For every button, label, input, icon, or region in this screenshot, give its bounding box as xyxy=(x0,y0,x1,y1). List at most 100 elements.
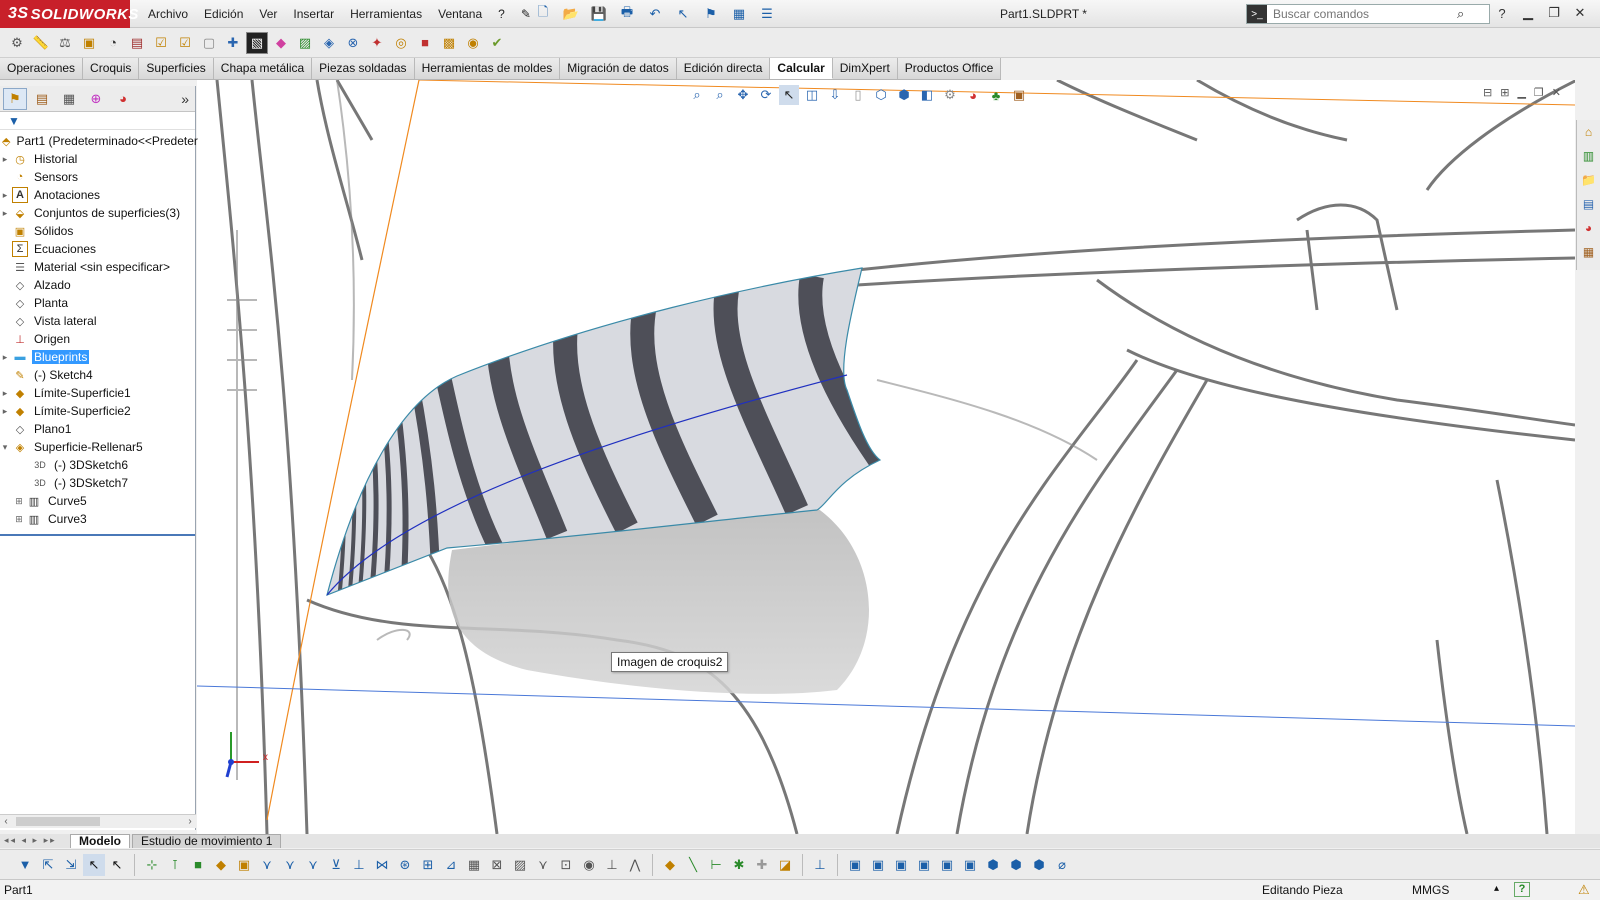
expand-icon[interactable]: ▸ xyxy=(0,388,10,399)
view-front-icon[interactable]: ▣ xyxy=(844,854,866,876)
tree-item[interactable]: ▸ ◆ Límite-Superficie2 xyxy=(0,402,195,420)
zoom-area-icon[interactable]: ⌕ xyxy=(710,85,730,105)
solidworks-logo[interactable]: 3S SOLIDWORKS xyxy=(0,0,138,28)
file-explorer-icon[interactable]: 📁 xyxy=(1579,170,1599,190)
expand-tabs-icon[interactable]: » xyxy=(181,91,189,107)
apply-scene-icon[interactable]: ⚙ xyxy=(940,85,960,105)
view-orientation-icon[interactable]: ▯ xyxy=(848,85,868,105)
tab-croquis[interactable]: Croquis xyxy=(83,58,140,79)
tree-item[interactable]: ⊥ Origen xyxy=(0,330,195,348)
filter-icon[interactable]: ▼ xyxy=(8,114,20,128)
section-view-icon[interactable]: ◫ xyxy=(802,85,822,105)
statistics-icon[interactable]: ▤ xyxy=(126,32,148,54)
tree-item[interactable]: ◇ Planta xyxy=(0,294,195,312)
rotate-icon[interactable]: ⟳ xyxy=(756,85,776,105)
tab-estudio-movimiento[interactable]: Estudio de movimiento 1 xyxy=(132,834,282,848)
filter-surfaces-icon[interactable]: ◆ xyxy=(210,854,232,876)
smart-dimension-icon[interactable]: ⊢ xyxy=(705,854,727,876)
tree-child[interactable]: 3D (-) 3DSketch7 xyxy=(0,474,195,492)
viewport-restore-icon[interactable]: ❐ xyxy=(1534,86,1544,99)
undercut-icon[interactable]: ▨ xyxy=(294,32,316,54)
filter-surface-finish-icon[interactable]: ⊿ xyxy=(440,854,462,876)
rebuild-status-icon[interactable]: ⚠ xyxy=(1578,882,1590,898)
symmetry-icon[interactable]: ⊗ xyxy=(342,32,364,54)
filter-vertices-icon[interactable]: ⊹ xyxy=(141,854,163,876)
tree-item[interactable]: ◇ Plano1 xyxy=(0,420,195,438)
section-properties-icon[interactable]: ▣ xyxy=(78,32,100,54)
screen-capture-icon[interactable]: ▣ xyxy=(1009,85,1029,105)
tree-item[interactable]: ⊞ ▥ Curve3 xyxy=(0,510,195,528)
draft-analysis-icon[interactable]: ✚ xyxy=(222,32,244,54)
tree-item[interactable]: ▸ A Anotaciones xyxy=(0,186,195,204)
tree-child[interactable]: 3D (-) 3DSketch6 xyxy=(0,456,195,474)
thickness-icon[interactable]: ▢ xyxy=(198,32,220,54)
viewport-close-icon[interactable]: ✕ xyxy=(1552,86,1561,99)
tree-item[interactable]: ◇ Alzado xyxy=(0,276,195,294)
tree-item[interactable]: ☰ Material <sin especificar> xyxy=(0,258,195,276)
simulation-icon[interactable]: ▩ xyxy=(438,32,460,54)
line-icon[interactable]: ◆ xyxy=(659,854,681,876)
tab-chapa-metalica[interactable]: Chapa metálica xyxy=(213,58,313,79)
feature-manager-tab-icon[interactable]: ⚑ xyxy=(3,87,27,110)
filter-notes-icon[interactable]: ⊠ xyxy=(486,854,508,876)
open-folder-icon[interactable]: 📂 xyxy=(558,4,584,24)
filter-sketch-points-icon[interactable]: ⋎ xyxy=(302,854,324,876)
command-search[interactable]: >_ ⌕ xyxy=(1246,4,1490,24)
filter-spring-icon[interactable]: ⋀ xyxy=(624,854,646,876)
property-manager-tab-icon[interactable]: ▤ xyxy=(30,88,54,110)
select-other-icon[interactable]: ↖ xyxy=(106,854,128,876)
menu-edicion[interactable]: Edición xyxy=(196,0,251,28)
custom-properties-icon[interactable]: ▦ xyxy=(1579,242,1599,262)
costing-icon[interactable]: ◎ xyxy=(390,32,412,54)
check-icon[interactable]: ☑ xyxy=(150,32,172,54)
view-trimetric-icon[interactable]: ⬢ xyxy=(1005,854,1027,876)
filter-blocks-icon[interactable]: ⊥ xyxy=(601,854,623,876)
tree-item[interactable]: ◇ Vista lateral xyxy=(0,312,195,330)
view-settings-icon[interactable]: ◕ xyxy=(963,85,983,105)
tree-item[interactable]: ▸ ⬙ Conjuntos de superficies(3) xyxy=(0,204,195,222)
filter-edges-icon[interactable]: ⇲ xyxy=(60,854,82,876)
customize-icon[interactable]: ⚙ xyxy=(6,32,28,54)
tree-item[interactable]: ▾ ◈ Superficie-Rellenar5 xyxy=(0,438,195,456)
parting-line-icon[interactable]: ◈ xyxy=(318,32,340,54)
filter-faces-icon[interactable]: ■ xyxy=(187,854,209,876)
centerline-icon[interactable]: ╲ xyxy=(682,854,704,876)
split-vertical-icon[interactable]: ⊞ xyxy=(1500,86,1509,99)
menu-ver[interactable]: Ver xyxy=(251,0,285,28)
view-palette-icon[interactable]: ▤ xyxy=(1579,194,1599,214)
filter-edges-icon[interactable]: ⊺ xyxy=(164,854,186,876)
filter-cosmetic-threads-icon[interactable]: ◉ xyxy=(578,854,600,876)
new-document-icon[interactable]: 🗋 xyxy=(530,4,556,24)
zebra-stripes-icon[interactable]: ▧ xyxy=(246,31,268,54)
filter-midpoints-icon[interactable]: ⊥ xyxy=(348,854,370,876)
mass-properties-icon[interactable]: ⚖ xyxy=(54,32,76,54)
deviation-icon[interactable]: ■ xyxy=(414,32,436,54)
tree-item-selected[interactable]: ▸ ▬ Blueprints xyxy=(0,348,195,366)
filter-axes-icon[interactable]: ⋎ xyxy=(256,854,278,876)
tab-piezas-soldadas[interactable]: Piezas soldadas xyxy=(312,58,415,79)
normal-to-icon[interactable]: ⊥ xyxy=(809,854,831,876)
display-manager-tab-icon[interactable]: ◕ xyxy=(111,88,135,110)
view-left-icon[interactable]: ▣ xyxy=(890,854,912,876)
filter-sketch-segments-icon[interactable]: ⊻ xyxy=(325,854,347,876)
filter-datum-features-icon[interactable]: ▨ xyxy=(509,854,531,876)
repair-sketch-icon[interactable]: ◪ xyxy=(774,854,796,876)
sustainability-icon[interactable]: ◉ xyxy=(462,32,484,54)
curvature-icon[interactable]: ◆ xyxy=(270,32,292,54)
search-input[interactable] xyxy=(1267,7,1457,21)
collapse-icon[interactable]: ▾ xyxy=(0,442,10,453)
filter-centerline-icon[interactable]: ⊛ xyxy=(394,854,416,876)
scroll-left-icon[interactable]: ‹ xyxy=(0,815,12,829)
rollback-bar[interactable] xyxy=(0,534,195,536)
tab-superficies[interactable]: Superficies xyxy=(139,58,214,79)
tab-migracion-datos[interactable]: Migración de datos xyxy=(560,58,677,79)
graphics-viewport[interactable]: x ⌕ ⌕ ✥ ⟳ ↖ ◫ ⇩ ▯ ⬡ ⬢ ◧ ⚙ ◕ ♣ ▣ ⊟ ⊞ ▁ ❐ … xyxy=(197,80,1575,834)
menu-archivo[interactable]: Archivo xyxy=(140,0,196,28)
select-icon[interactable]: ↖ xyxy=(83,853,105,876)
tab-operaciones[interactable]: Operaciones xyxy=(0,58,84,79)
tree-item[interactable]: ⊞ ▥ Curve5 xyxy=(0,492,195,510)
dynamic-annotation-icon[interactable]: ⇩ xyxy=(825,85,845,105)
design-check-icon[interactable]: ✔ xyxy=(486,32,508,54)
expand-icon[interactable]: ▸ xyxy=(0,208,10,219)
hide-show-icon[interactable]: ⬢ xyxy=(894,85,914,105)
